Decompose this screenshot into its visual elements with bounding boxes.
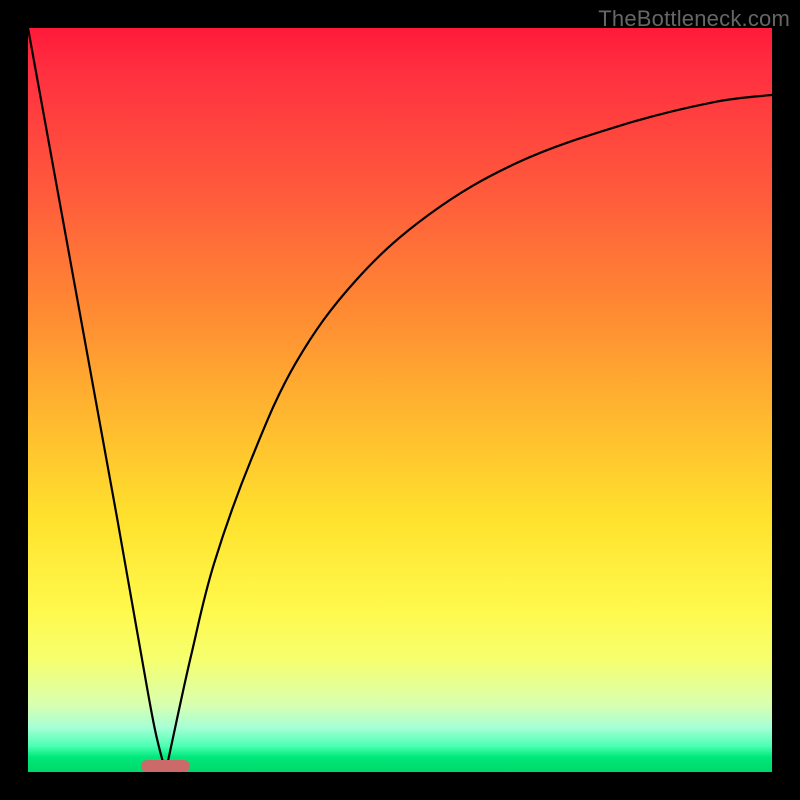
curve-right-branch bbox=[166, 95, 772, 772]
bottleneck-curve bbox=[28, 28, 772, 772]
minimum-marker bbox=[141, 760, 189, 772]
plot-area bbox=[28, 28, 772, 772]
chart-frame: TheBottleneck.com bbox=[0, 0, 800, 800]
watermark-text: TheBottleneck.com bbox=[598, 6, 790, 32]
curve-left-branch bbox=[28, 28, 166, 772]
